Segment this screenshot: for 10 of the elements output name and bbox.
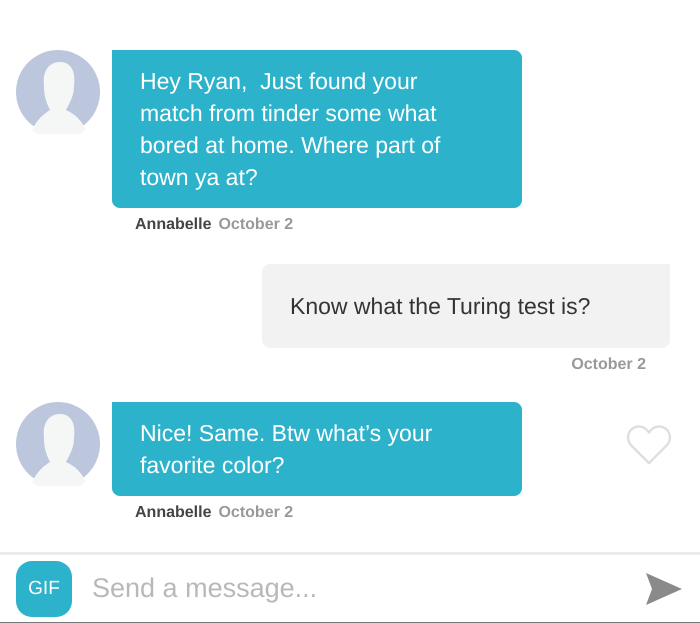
message-date: October 2	[571, 356, 646, 374]
sender-name: Annabelle	[135, 216, 212, 233]
message-date: October 2	[218, 504, 294, 521]
gif-button[interactable]: GIF	[16, 560, 72, 616]
message-bubble: Nice! Same. Btw what’s your favorite color?	[112, 402, 522, 496]
sender-name: Annabelle	[135, 504, 212, 521]
message-date: October 2	[218, 216, 294, 233]
message-bubble: Hey Ryan, Just found your match from tinder some what bored at home. Where part of town ya at?	[112, 50, 522, 208]
message-input[interactable]: Send a message...	[90, 572, 634, 605]
message-bubble: Know what the Turing test is?	[262, 264, 670, 348]
